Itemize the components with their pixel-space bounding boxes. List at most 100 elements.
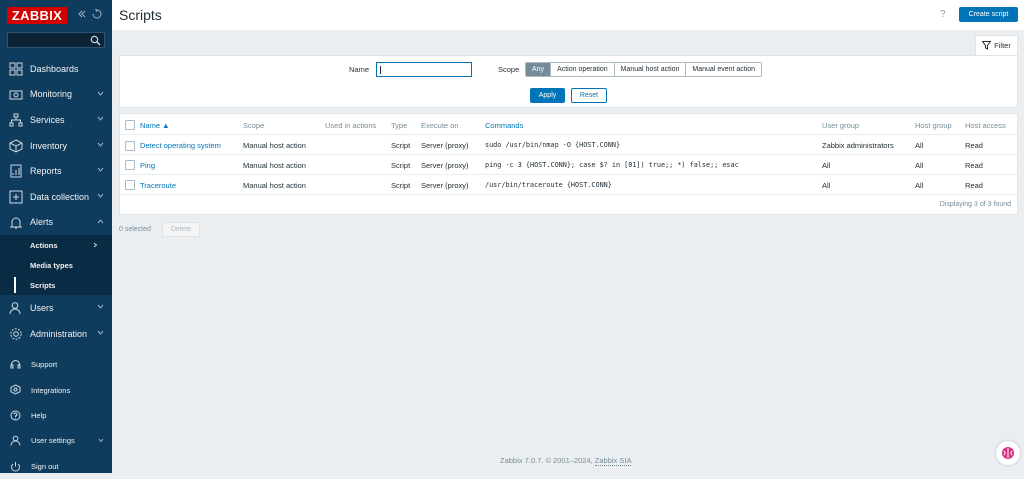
menu-item-alerts[interactable]: Alerts — [0, 209, 112, 236]
menu-item-dashboards[interactable]: Dashboards — [0, 56, 112, 82]
menu-item-monitoring[interactable]: Monitoring — [0, 82, 112, 108]
submenu-label: Scripts — [30, 280, 56, 290]
column-header-name[interactable]: Name ▲ — [140, 121, 170, 130]
sidebar-search-input[interactable] — [7, 32, 105, 48]
reset-button[interactable]: Reset — [571, 88, 607, 103]
delete-button[interactable]: Delete — [162, 222, 200, 237]
table-stats: Displaying 3 of 3 found — [939, 201, 1011, 208]
menu-item-support[interactable]: Support — [0, 352, 112, 377]
user-group-cell: All — [822, 181, 831, 190]
help-icon[interactable]: ? — [940, 9, 946, 20]
submenu-label: Actions — [30, 240, 58, 250]
scope-cell: Manual host action — [243, 141, 306, 150]
commands-cell: /usr/bin/traceroute {HOST.CONN} — [485, 181, 612, 189]
chevron-down-icon — [98, 438, 104, 443]
host-group-cell: All — [915, 141, 924, 150]
monitoring-icon — [9, 90, 23, 100]
user-icon — [10, 435, 21, 446]
users-icon — [9, 302, 21, 315]
host-group-cell: All — [915, 181, 924, 190]
name-filter-input[interactable] — [376, 62, 472, 77]
type-cell: Script — [391, 161, 411, 170]
menu-item-services[interactable]: Services — [0, 107, 112, 133]
host-access-cell: Read — [965, 161, 983, 170]
script-name-link[interactable]: Traceroute — [140, 181, 176, 190]
chevron-right-icon — [93, 242, 98, 248]
create-script-button[interactable]: Create script — [959, 7, 1018, 22]
collapse-sidebar-icon[interactable] — [77, 9, 87, 19]
menu-label: Data collection — [30, 191, 90, 202]
column-header-scope: Scope — [243, 121, 265, 130]
chevron-up-icon — [97, 218, 104, 223]
filter-icon — [982, 41, 992, 50]
integrations-icon — [10, 384, 21, 395]
execute-on-cell: Server (proxy) — [421, 181, 469, 190]
menu-label: Users — [30, 302, 54, 313]
commands-cell: ping -c 3 {HOST.CONN}; case $? in [01]) … — [485, 161, 739, 169]
scope-option-action-operation[interactable]: Action operation — [550, 63, 614, 76]
menu-item-help[interactable]: Help — [0, 403, 112, 428]
page-title: Scripts — [119, 7, 162, 23]
main-menu: Dashboards Monitoring Services Inventory… — [0, 56, 112, 346]
selected-count: 0 selected — [119, 226, 151, 233]
menu-item-inventory[interactable]: Inventory — [0, 133, 112, 159]
filter-tab-label: Filter — [994, 41, 1011, 50]
menu-item-integrations[interactable]: Integrations — [0, 377, 112, 402]
inventory-icon — [9, 139, 23, 153]
row-divider — [120, 154, 1017, 155]
menu-item-users[interactable]: Users — [0, 295, 112, 321]
reports-icon — [10, 164, 22, 178]
user-group-cell: Zabbix administrators — [822, 141, 894, 150]
menu-label: Inventory — [30, 140, 68, 151]
menu-item-data-collection[interactable]: Data collection — [0, 184, 112, 210]
menu-item-user-settings[interactable]: User settings — [0, 428, 112, 453]
zabbix-logo[interactable]: ZABBIX — [7, 7, 67, 24]
row-checkbox[interactable] — [125, 160, 135, 170]
help-icon — [10, 410, 21, 421]
row-checkbox[interactable] — [125, 180, 135, 190]
menu-label: Support — [31, 360, 58, 370]
submenu-item-actions[interactable]: Actions — [0, 235, 112, 255]
scope-option-manual-host-action[interactable]: Manual host action — [613, 63, 686, 76]
host-access-cell: Read — [965, 181, 983, 190]
scope-cell: Manual host action — [243, 181, 306, 190]
submenu-item-media-types[interactable]: Media types — [0, 255, 112, 275]
scope-option-any[interactable]: Any — [526, 63, 551, 76]
name-label: Name — [349, 65, 370, 74]
scope-option-manual-event-action[interactable]: Manual event action — [685, 63, 762, 76]
chevron-down-icon — [97, 168, 104, 173]
menu-item-administration[interactable]: Administration — [0, 321, 112, 347]
assistant-button[interactable] — [996, 441, 1020, 465]
script-name-link[interactable]: Ping — [140, 161, 155, 170]
chevron-down-icon — [97, 330, 104, 335]
power-icon — [11, 461, 20, 472]
column-header-used-in-actions: Used in actions — [325, 121, 377, 130]
chevron-down-icon — [97, 91, 104, 96]
header-divider — [120, 134, 1017, 135]
column-header-host-group: Host group — [915, 121, 952, 130]
column-header-commands[interactable]: Commands — [485, 121, 523, 130]
row-divider — [120, 174, 1017, 175]
submenu-item-scripts[interactable]: Scripts — [0, 275, 112, 295]
apply-button[interactable]: Apply — [530, 88, 565, 103]
copyright: Zabbix 7.0.7. © 2001–2024, Zabbix SIA — [500, 456, 632, 466]
menu-label: Alerts — [30, 217, 54, 228]
kiosk-mode-icon[interactable] — [92, 9, 102, 19]
company-link[interactable]: Zabbix SIA — [594, 456, 632, 466]
select-all-checkbox[interactable] — [125, 120, 135, 130]
alerts-submenu: Actions Media types Scripts — [0, 235, 112, 296]
user-group-cell: All — [822, 161, 831, 170]
menu-label: Monitoring — [30, 89, 73, 100]
logo-row: ZABBIX — [7, 7, 105, 25]
page-header: Scripts ? Create script — [112, 0, 1024, 30]
menu-label: Reports — [30, 166, 62, 177]
chevron-down-icon — [97, 142, 104, 147]
filter-tab[interactable]: Filter — [975, 35, 1018, 55]
menu-item-reports[interactable]: Reports — [0, 158, 112, 184]
search-icon[interactable] — [90, 35, 101, 46]
script-name-link[interactable]: Detect operating system — [140, 141, 221, 150]
scripts-table: Name ▲ Scope Used in actions Type Execut… — [119, 113, 1018, 215]
main-content: Scripts ? Create script Filter Name Scop… — [112, 0, 1024, 473]
row-checkbox[interactable] — [125, 141, 135, 151]
menu-item-sign-out[interactable]: Sign out — [0, 454, 112, 479]
